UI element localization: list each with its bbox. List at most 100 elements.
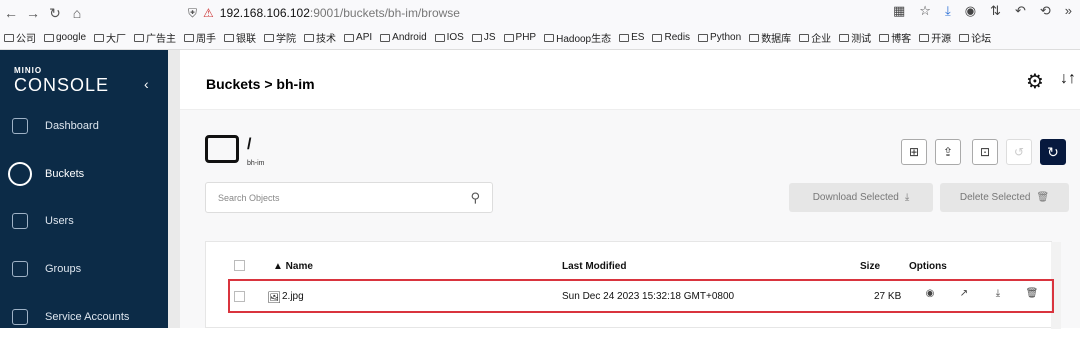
bucket-name: bh-im [247,160,265,167]
folder-icon [224,33,235,42]
qr-icon[interactable]: ▦ [893,3,905,19]
upload-button[interactable]: ⇪ [935,139,961,165]
row-checkbox[interactable] [234,291,245,302]
shield-icon: ⛨ [188,5,198,20]
sidebar-item-buckets[interactable]: Buckets [0,154,168,194]
breadcrumb[interactable]: Buckets > bh-im [206,76,315,92]
upload-folder-button[interactable]: ⊡ [972,139,998,165]
search-placeholder: Search Objects [218,193,280,203]
bookmark-item[interactable]: Redis [652,32,690,43]
column-header-options: Options [909,261,947,272]
bookmark-item[interactable]: 技术 [304,30,336,45]
more-icon[interactable]: » [1065,3,1072,19]
file-name[interactable]: 2.jpg [282,291,304,302]
folder-icon [959,33,970,42]
folder-icon [799,33,810,42]
folder-icon [4,33,14,42]
refresh-icon: ↻ [1047,143,1059,160]
last-modified: Sun Dec 24 2023 15:32:18 GMT+0800 [562,291,735,302]
bookmark-item[interactable]: 企业 [799,30,831,45]
page-header: Buckets > bh-im ⚙ ↓↑ [180,50,1080,110]
column-header-size[interactable]: Size [860,261,880,272]
service-accounts-icon [12,309,28,325]
bookmark-item[interactable]: 银联 [224,30,256,45]
upload-folder-icon: ⊡ [979,145,991,159]
logo-small: MINIO [14,66,43,75]
bookmark-item[interactable]: Python [698,32,741,43]
insecure-lock-icon: ⚠ [203,6,214,20]
bookmark-item[interactable]: 数据库 [749,30,791,45]
sidebar-item-service-accounts[interactable]: Service Accounts [0,297,168,337]
bookmark-item[interactable]: 测试 [839,30,871,45]
folder-icon [619,33,630,42]
address-bar[interactable]: ⛨ ⚠ 192.168.106.102 :9001/buckets/bh-im/… [188,2,836,24]
bookmark-item[interactable]: 大厂 [94,30,126,45]
bookmark-item[interactable]: PHP [503,32,536,43]
trash-icon: 🗑 [1036,192,1050,203]
upload-icon: ⇪ [942,145,954,159]
bookmark-item[interactable]: 周手 [184,30,216,45]
sidebar-item-groups[interactable]: Groups [0,249,168,289]
folder-icon [94,33,105,42]
trash-icon[interactable]: 🗑 [1024,288,1040,304]
bucket-icon [8,162,32,186]
sidebar-scrollbar[interactable] [168,50,180,328]
share-icon[interactable]: ↗ [956,288,972,304]
column-header-name[interactable]: ▲ Name [273,261,313,272]
image-file-icon: 🖼 [267,292,281,304]
folder-icon [434,33,445,42]
folder-icon [544,33,555,42]
object-table: ▲ Name Last Modified Size Options 🖼 2.jp… [205,241,1061,329]
back-icon[interactable]: ← [0,5,22,21]
url-host: 192.168.106.102 [219,6,310,20]
search-input[interactable]: Search Objects ⚲ [205,182,493,213]
bookmark-item[interactable]: 开源 [919,30,951,45]
delete-selected-button[interactable]: Delete Selected 🗑 [940,183,1069,212]
folder-icon [652,33,663,42]
history-icon[interactable]: ⟲ [1040,3,1051,19]
reload-icon[interactable]: ↻ [44,5,66,22]
star-icon[interactable]: ☆ [919,3,931,19]
download-selected-button[interactable]: Download Selected ⤓ [789,183,933,212]
collapse-sidebar-button[interactable]: ‹ [144,76,149,92]
account-icon[interactable]: ◉ [965,3,976,19]
folder-icon [839,33,850,42]
sort-icon[interactable]: ↓↑ [1060,70,1076,88]
folder-icon [184,33,195,42]
user-icon [12,213,28,229]
undo-icon[interactable]: ↶ [1015,3,1026,19]
download-icon[interactable]: ⤓ [990,288,1006,304]
bookmark-item[interactable]: google [44,32,86,43]
preview-icon[interactable]: ◉ [922,288,938,304]
download-icon[interactable]: ⤓ [945,3,951,19]
column-header-last-modified[interactable]: Last Modified [562,261,626,272]
new-folder-button[interactable]: ⊞ [901,139,927,165]
forward-icon[interactable]: → [22,5,44,21]
bookmark-item[interactable]: 广告主 [134,30,176,45]
select-all-checkbox[interactable] [234,260,245,271]
bookmark-item[interactable]: 公司 [4,30,36,45]
bookmark-item[interactable]: 博客 [879,30,911,45]
rewind-button[interactable]: ↺ [1006,139,1032,165]
bookmark-item[interactable]: 论坛 [959,30,991,45]
bookmark-item[interactable]: Hadoop生态 [544,30,611,45]
rewind-icon: ↺ [1013,145,1025,159]
bookmark-item[interactable]: IOS [434,32,464,43]
url-path: :9001/buckets/bh-im/browse [309,6,460,20]
refresh-button[interactable]: ↻ [1040,139,1066,165]
bookmark-item[interactable]: 学院 [264,30,296,45]
file-size: 27 KB [874,291,902,302]
groups-icon [12,261,28,277]
gear-icon[interactable]: ⚙ [1026,69,1044,94]
extension-icon[interactable]: ⇅ [990,3,1001,19]
bookmark-item[interactable]: JS [471,32,496,43]
bookmark-item[interactable]: API [344,32,372,43]
home-icon[interactable]: ⌂ [66,5,88,21]
folder-icon [749,33,760,42]
folder-icon [205,135,239,163]
bookmark-item[interactable]: Android [380,32,427,43]
bookmark-item[interactable]: ES [619,32,644,43]
sidebar-item-users[interactable]: Users [0,201,168,241]
sidebar-item-dashboard[interactable]: Dashboard [0,106,168,146]
search-icon: ⚲ [470,190,480,205]
